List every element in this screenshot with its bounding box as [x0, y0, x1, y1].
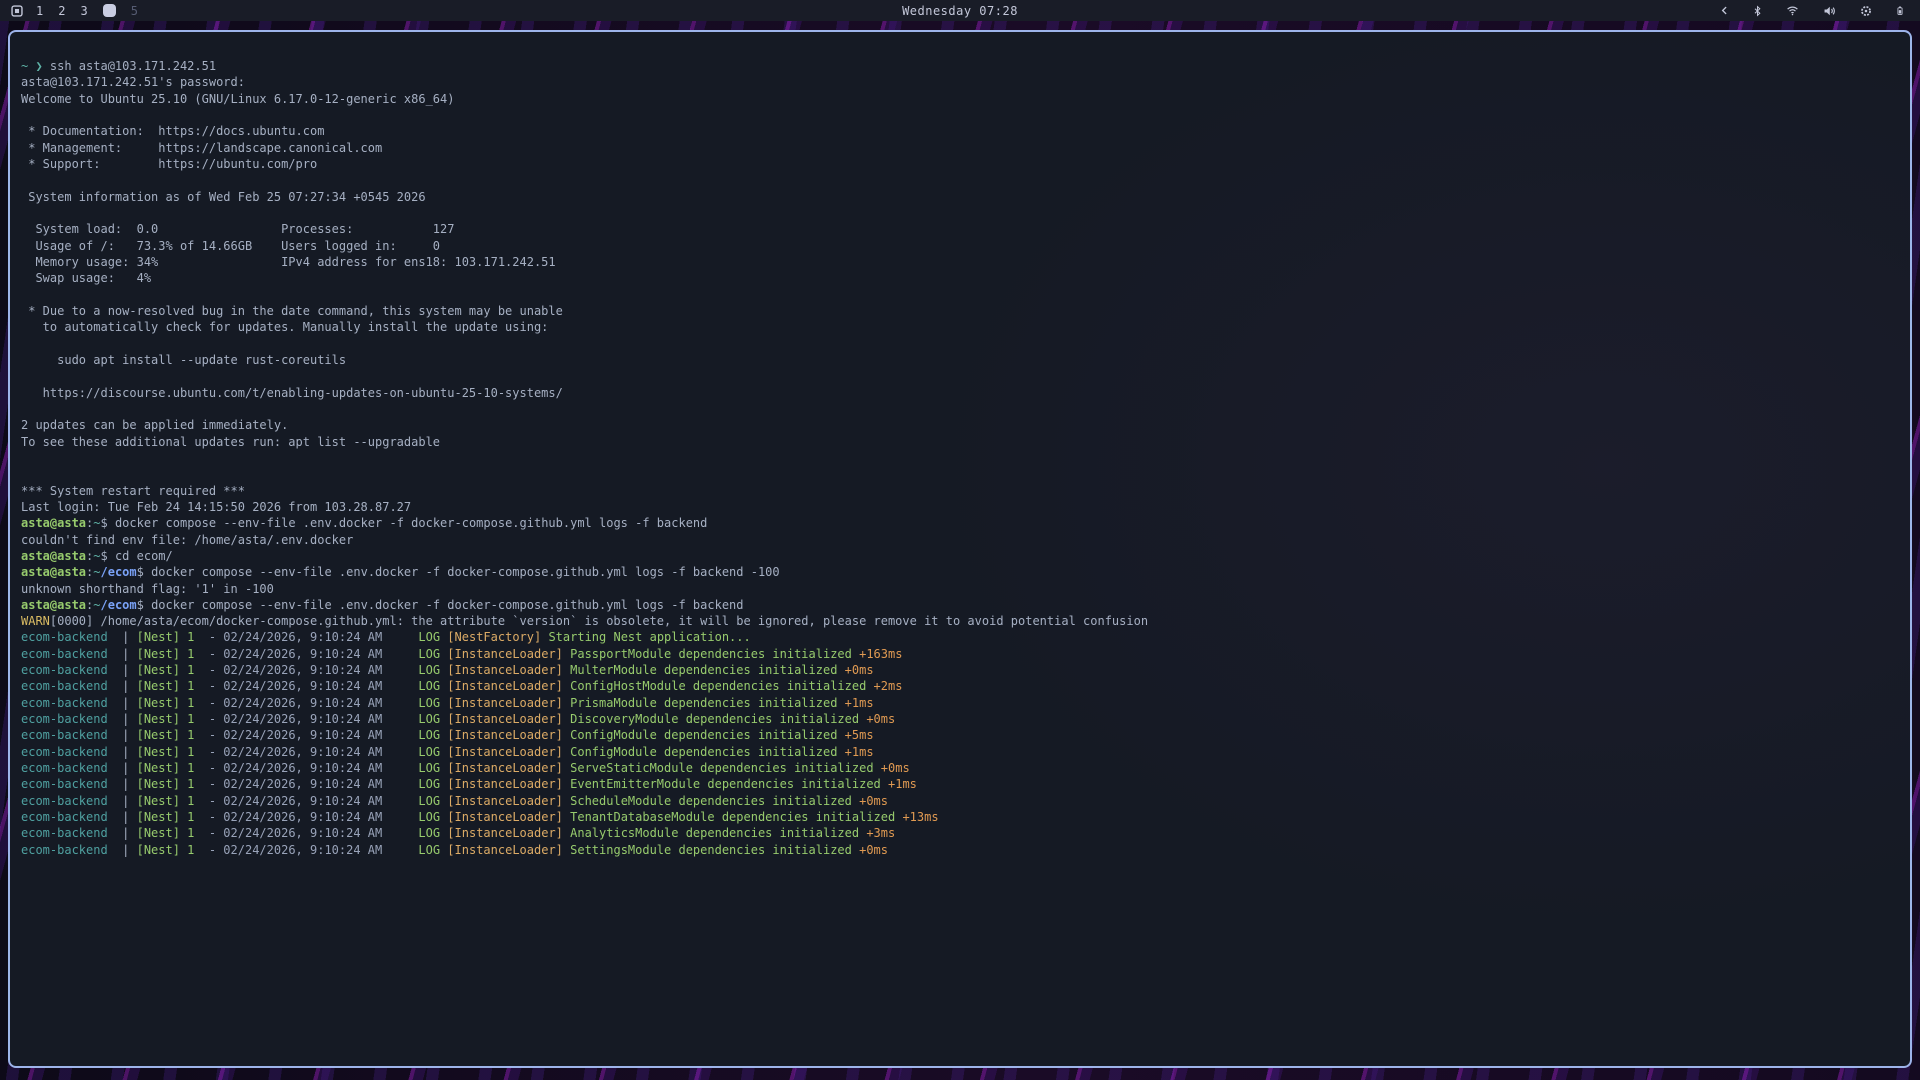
terminal-line [21, 466, 1898, 482]
terminal-line: * Support: https://ubuntu.com/pro [21, 156, 1898, 172]
terminal-line: ecom-backend | [Nest] 1 - 02/24/2026, 9:… [21, 793, 1898, 809]
terminal-line: ecom-backend | [Nest] 1 - 02/24/2026, 9:… [21, 662, 1898, 678]
terminal-line: Usage of /: 73.3% of 14.66GB Users logge… [21, 238, 1898, 254]
chevron-left-icon[interactable] [1719, 4, 1730, 17]
terminal-line: asta@asta:~/ecom$ docker compose --env-f… [21, 564, 1898, 580]
bluetooth-icon[interactable] [1752, 4, 1763, 18]
terminal-line: WARN[0000] /home/asta/ecom/docker-compos… [21, 613, 1898, 629]
terminal-line [21, 336, 1898, 352]
terminal-line: ecom-backend | [Nest] 1 - 02/24/2026, 9:… [21, 695, 1898, 711]
terminal-line [21, 205, 1898, 221]
terminal-line: ecom-backend | [Nest] 1 - 02/24/2026, 9:… [21, 711, 1898, 727]
terminal-line: ecom-backend | [Nest] 1 - 02/24/2026, 9:… [21, 842, 1898, 858]
launcher-icon[interactable] [10, 4, 24, 18]
workspace-3[interactable]: 3 [80, 4, 87, 18]
terminal-line: ecom-backend | [Nest] 1 - 02/24/2026, 9:… [21, 825, 1898, 841]
terminal-output[interactable]: ~ ❯ ssh asta@103.171.242.51asta@103.171.… [10, 32, 1910, 858]
terminal-line: sudo apt install --update rust-coreutils [21, 352, 1898, 368]
terminal-window[interactable]: ~ ❯ ssh asta@103.171.242.51asta@103.171.… [8, 30, 1912, 1068]
terminal-line: System load: 0.0 Processes: 127 [21, 221, 1898, 237]
workspace-active[interactable] [103, 4, 116, 17]
terminal-line: 2 updates can be applied immediately. [21, 417, 1898, 433]
terminal-line [21, 107, 1898, 123]
terminal-line: Welcome to Ubuntu 25.10 (GNU/Linux 6.17.… [21, 91, 1898, 107]
terminal-line [21, 368, 1898, 384]
terminal-line: ecom-backend | [Nest] 1 - 02/24/2026, 9:… [21, 727, 1898, 743]
workspace-2[interactable]: 2 [58, 4, 65, 18]
top-bar: 1 2 3 5 Wednesday 07:28 [0, 0, 1920, 21]
terminal-line: asta@asta:~$ cd ecom/ [21, 548, 1898, 564]
terminal-line: * Due to a now-resolved bug in the date … [21, 303, 1898, 319]
terminal-line [21, 450, 1898, 466]
workspace-1[interactable]: 1 [36, 4, 43, 18]
terminal-line: System information as of Wed Feb 25 07:2… [21, 189, 1898, 205]
terminal-line: ecom-backend | [Nest] 1 - 02/24/2026, 9:… [21, 744, 1898, 760]
terminal-line: to automatically check for updates. Manu… [21, 319, 1898, 335]
tray [1719, 3, 1920, 18]
terminal-line: *** System restart required *** [21, 483, 1898, 499]
terminal-line: asta@asta:~$ docker compose --env-file .… [21, 515, 1898, 531]
terminal-line: couldn't find env file: /home/asta/.env.… [21, 532, 1898, 548]
terminal-line: ~ ❯ ssh asta@103.171.242.51 [21, 58, 1898, 74]
terminal-line: ecom-backend | [Nest] 1 - 02/24/2026, 9:… [21, 809, 1898, 825]
clock-label: Wednesday 07:28 [902, 4, 1018, 18]
terminal-line [21, 172, 1898, 188]
workspaces[interactable]: 1 2 3 5 [36, 4, 138, 18]
terminal-line: ecom-backend | [Nest] 1 - 02/24/2026, 9:… [21, 776, 1898, 792]
terminal-line: asta@asta:~/ecom$ docker compose --env-f… [21, 597, 1898, 613]
terminal-line: * Documentation: https://docs.ubuntu.com [21, 123, 1898, 139]
terminal-line: https://discourse.ubuntu.com/t/enabling-… [21, 385, 1898, 401]
clock[interactable]: Wednesday 07:28 [902, 0, 1018, 21]
terminal-line: To see these additional updates run: apt… [21, 434, 1898, 450]
terminal-line: ecom-backend | [Nest] 1 - 02/24/2026, 9:… [21, 678, 1898, 694]
terminal-line: ecom-backend | [Nest] 1 - 02/24/2026, 9:… [21, 646, 1898, 662]
workspace-5[interactable]: 5 [131, 4, 138, 18]
terminal-line [21, 401, 1898, 417]
terminal-line: ecom-backend | [Nest] 1 - 02/24/2026, 9:… [21, 760, 1898, 776]
battery-icon[interactable] [1895, 3, 1905, 18]
terminal-line: Last login: Tue Feb 24 14:15:50 2026 fro… [21, 499, 1898, 515]
terminal-line: asta@103.171.242.51's password: [21, 74, 1898, 90]
terminal-line: Memory usage: 34% IPv4 address for ens18… [21, 254, 1898, 270]
terminal-line: ecom-backend | [Nest] 1 - 02/24/2026, 9:… [21, 629, 1898, 645]
terminal-line [21, 287, 1898, 303]
volume-icon[interactable] [1822, 4, 1837, 18]
terminal-line: * Management: https://landscape.canonica… [21, 140, 1898, 156]
terminal-line: Swap usage: 4% [21, 270, 1898, 286]
wifi-icon[interactable] [1785, 4, 1800, 17]
terminal-line: unknown shorthand flag: '1' in -100 [21, 581, 1898, 597]
gear-icon[interactable] [1859, 4, 1873, 18]
